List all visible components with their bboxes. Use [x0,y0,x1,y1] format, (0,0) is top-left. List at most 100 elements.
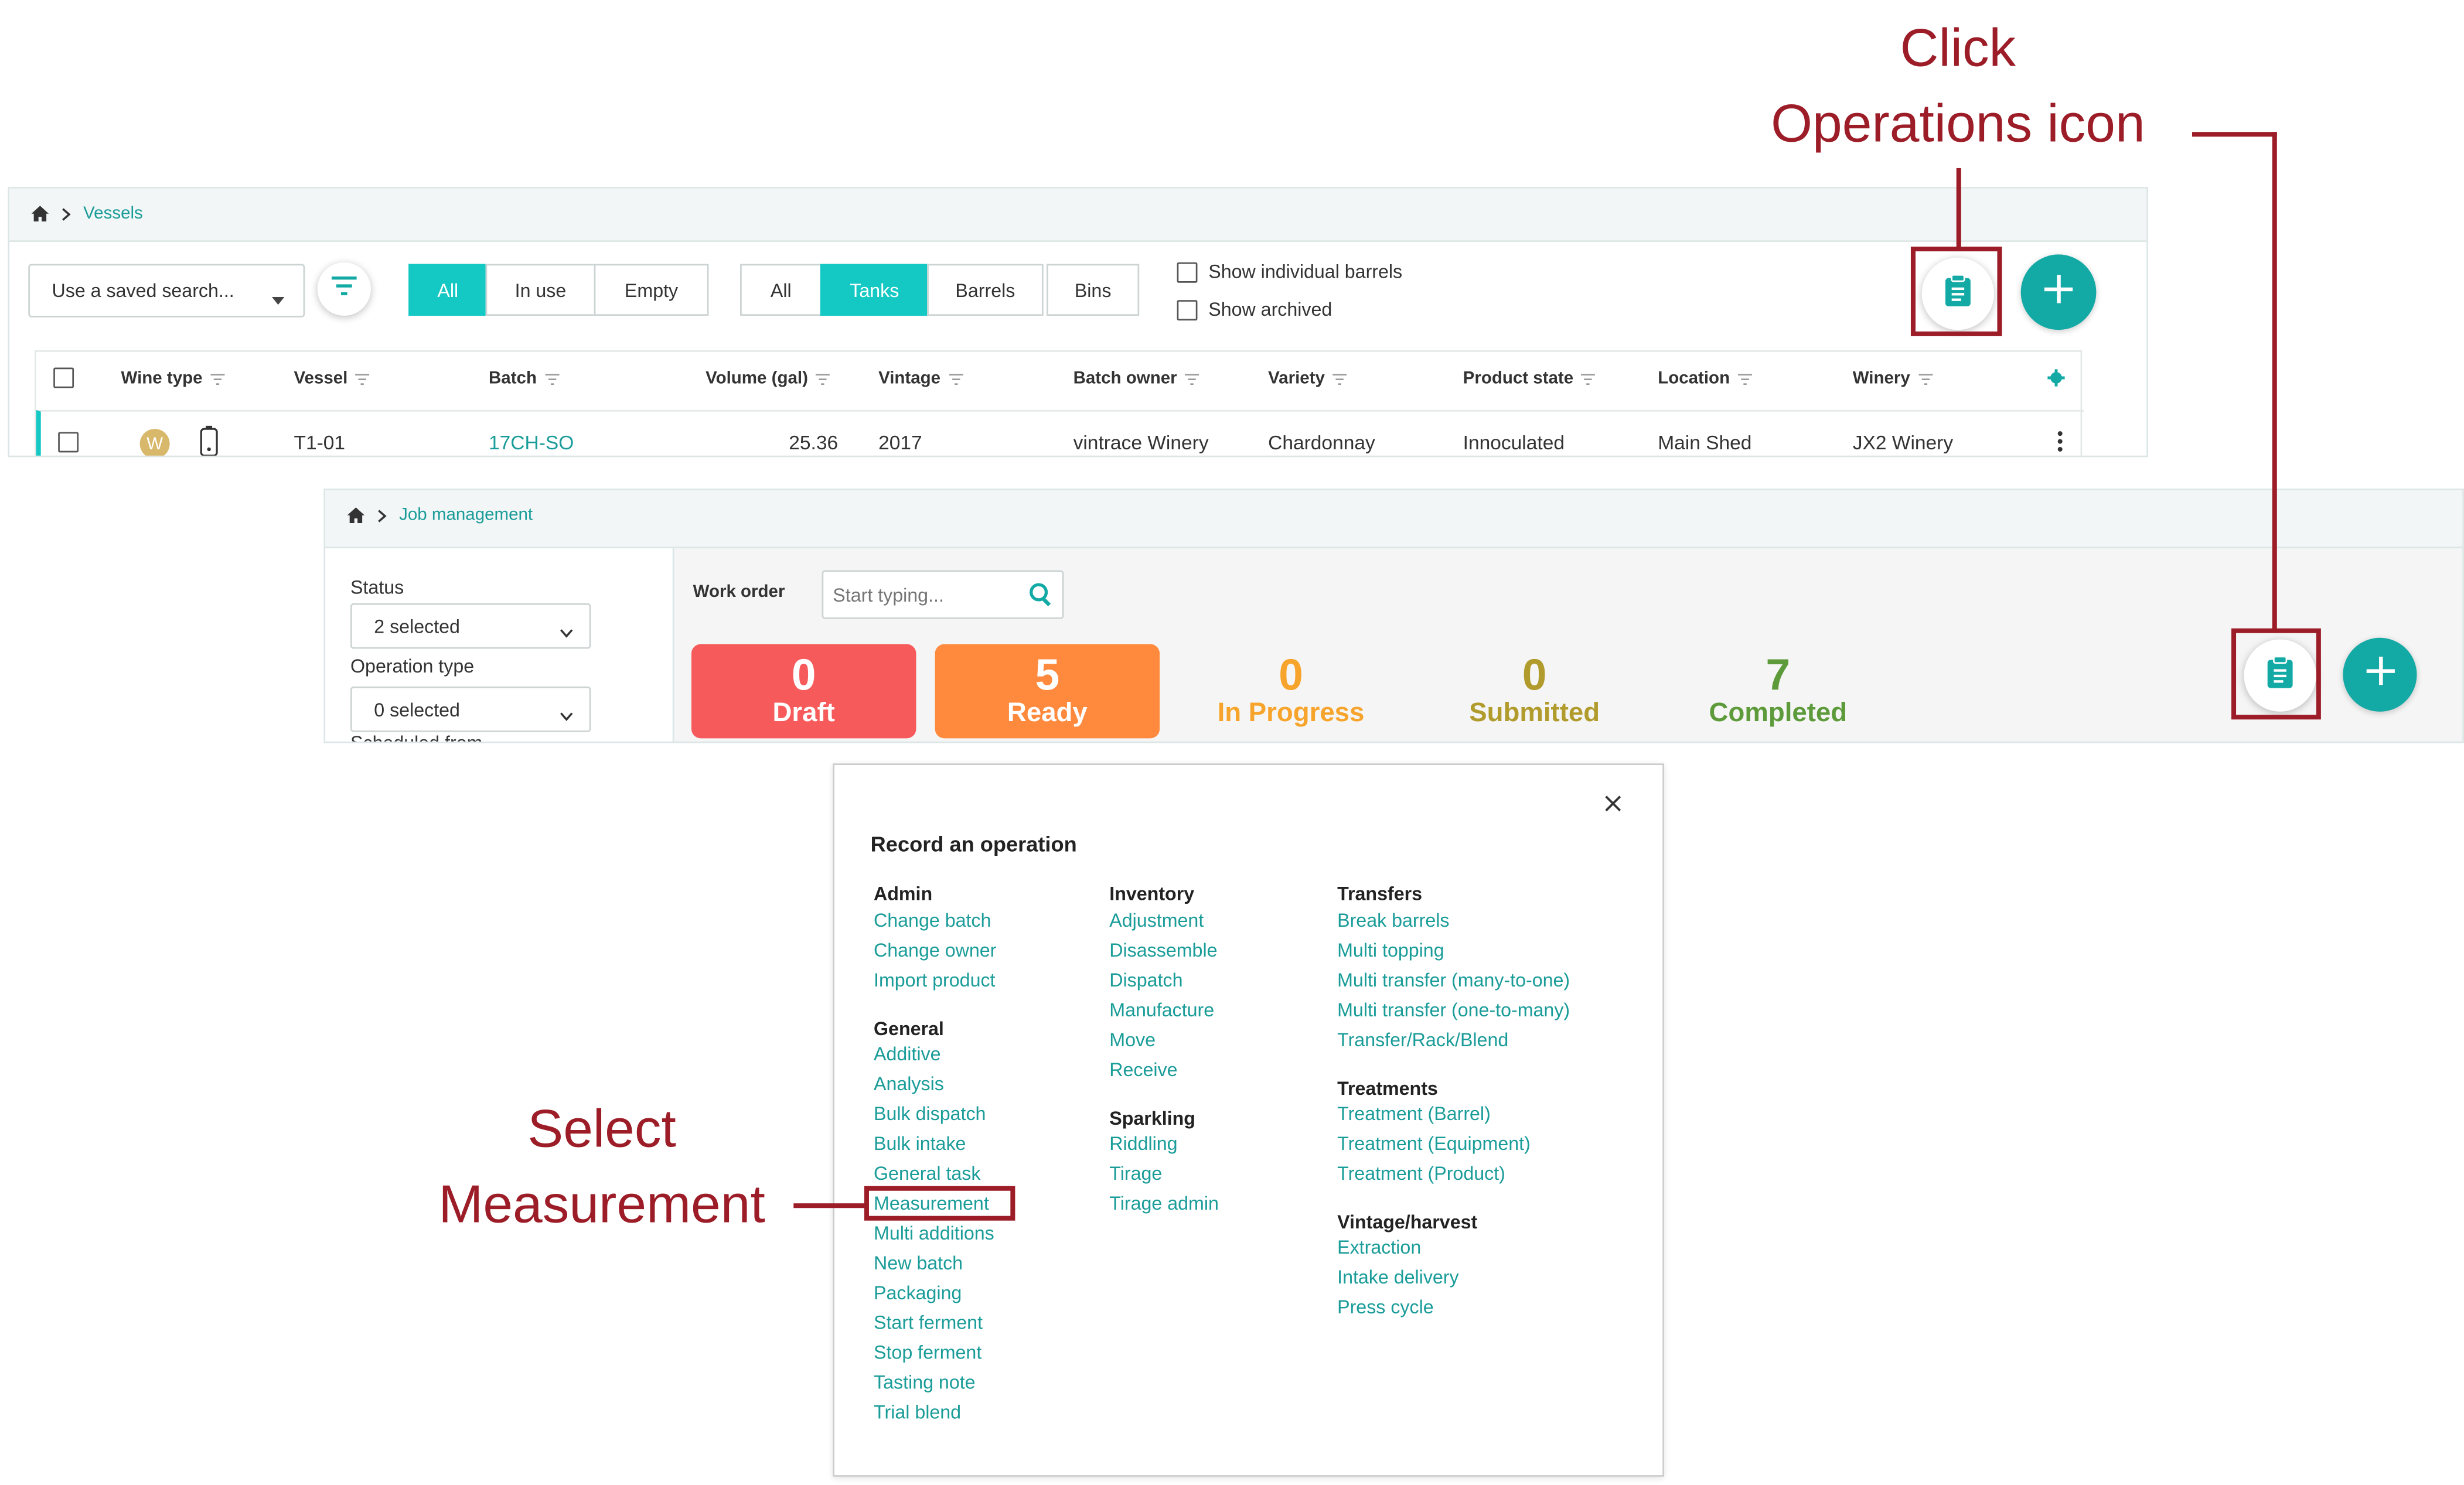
column-variety[interactable]: Variety [1268,369,1347,388]
highlight-operations-bottom [2231,628,2321,720]
filter-all-usage[interactable]: All [408,264,488,316]
stat-completed[interactable]: 7 Completed [1666,644,1890,738]
op-change-owner[interactable]: Change owner [874,940,996,962]
op-new-batch[interactable]: New batch [874,1252,963,1274]
op-intake-delivery[interactable]: Intake delivery [1337,1266,1458,1288]
cell-variety: Chardonnay [1268,432,1375,455]
op-manufacture[interactable]: Manufacture [1109,999,1214,1022]
breadcrumb-job-management[interactable]: Job management [399,506,533,525]
search-icon[interactable] [1030,583,1053,615]
stat-draft[interactable]: 0 Draft [691,644,916,739]
op-analysis[interactable]: Analysis [874,1073,944,1095]
op-tasting-note[interactable]: Tasting note [874,1371,976,1394]
chevron-down-icon [560,620,574,643]
op-multi-topping[interactable]: Multi topping [1337,940,1444,962]
operation-type-select[interactable]: 0 selected [350,686,591,732]
op-additive[interactable]: Additive [874,1043,941,1066]
op-move[interactable]: Move [1109,1029,1156,1052]
annotation-click-line1: Click [1900,19,2016,79]
show-archived-checkbox[interactable] [1177,300,1198,321]
status-select-value: 2 selected [374,615,460,637]
op-bulk-dispatch[interactable]: Bulk dispatch [874,1103,986,1125]
column-product-state[interactable]: Product state [1463,369,1596,388]
add-button[interactable] [2020,254,2097,330]
annotation-select-line1: Select [527,1100,676,1160]
op-change-batch[interactable]: Change batch [874,910,991,932]
column-vintage[interactable]: Vintage [878,369,963,388]
connector-right-horizontal [2192,132,2277,137]
chevron-right-icon [62,207,71,221]
filter-empty[interactable]: Empty [594,264,709,316]
op-extraction[interactable]: Extraction [1337,1236,1421,1258]
op-import-product[interactable]: Import product [874,969,995,992]
op-tirage-admin[interactable]: Tirage admin [1109,1192,1219,1214]
filter-in-use[interactable]: In use [485,264,596,316]
column-batch[interactable]: Batch [489,369,559,388]
column-winery[interactable]: Winery [1853,369,1933,388]
op-riddling[interactable]: Riddling [1109,1133,1177,1155]
op-treatment-product[interactable]: Treatment (Product) [1337,1162,1505,1184]
work-order-input[interactable] [829,579,1022,612]
filter-barrels[interactable]: Barrels [927,264,1044,316]
op-break-barrels[interactable]: Break barrels [1337,910,1449,932]
status-select[interactable]: 2 selected [350,603,591,649]
op-press-cycle[interactable]: Press cycle [1337,1296,1434,1318]
close-icon[interactable] [1604,792,1621,820]
column-settings-gear-icon[interactable] [2047,366,2065,394]
job-management-panel: Job management Status 2 selected Operati… [323,489,2464,743]
modal-title: Record an operation [870,832,1077,856]
op-transfer-rack-blend[interactable]: Transfer/Rack/Blend [1337,1029,1508,1052]
cell-batch-owner: vintrace Winery [1073,432,1209,455]
op-multi-transfer-one-to-many[interactable]: Multi transfer (one-to-many) [1337,999,1570,1022]
stat-in-progress[interactable]: 0 In Progress [1178,644,1403,738]
connector-top-vertical [1956,168,1961,248]
filter-bins[interactable]: Bins [1047,264,1140,316]
saved-search-select[interactable]: Use a saved search... [28,264,305,318]
op-bulk-intake[interactable]: Bulk intake [874,1133,966,1155]
table-row[interactable]: W T1-01 17CH-SO 25.36 2017 vintrace Wine… [36,409,2084,456]
op-multi-additions[interactable]: Multi additions [874,1222,994,1244]
column-wine-type[interactable]: Wine type [121,369,225,388]
stat-submitted[interactable]: 0 Submitted [1422,644,1647,738]
wine-type-badge: W [139,429,170,456]
op-treatment-barrel[interactable]: Treatment (Barrel) [1337,1103,1491,1125]
op-treatment-equipment[interactable]: Treatment (Equipment) [1337,1133,1531,1155]
work-order-label: Work order [693,582,785,602]
home-icon[interactable] [347,507,365,524]
add-button[interactable] [2343,637,2417,712]
op-multi-transfer-many-to-one[interactable]: Multi transfer (many-to-one) [1337,969,1570,992]
op-adjustment[interactable]: Adjustment [1109,910,1204,932]
op-disassemble[interactable]: Disassemble [1109,940,1217,962]
show-individual-barrels-label: Show individual barrels [1208,261,1403,283]
heading-vintage-harvest: Vintage/harvest [1337,1211,1478,1234]
select-all-checkbox[interactable] [53,367,74,388]
row-menu-icon[interactable] [2057,431,2063,456]
home-icon[interactable] [31,206,49,222]
vessels-breadcrumb-bar [9,188,2147,242]
vessels-table: Wine type Vessel Batch Volume (gal) Vint… [34,350,2084,456]
column-volume[interactable]: Volume (gal) [706,369,830,388]
column-batch-owner[interactable]: Batch owner [1073,369,1199,388]
row-checkbox[interactable] [58,432,79,453]
column-location[interactable]: Location [1658,369,1752,388]
stat-in-progress-count: 0 [1279,650,1303,699]
filter-all-types[interactable]: All [740,264,822,316]
op-trial-blend[interactable]: Trial blend [874,1401,961,1423]
column-vessel[interactable]: Vessel [294,369,370,388]
show-individual-barrels-checkbox[interactable] [1177,262,1198,283]
op-tirage[interactable]: Tirage [1109,1162,1162,1184]
op-dispatch[interactable]: Dispatch [1109,969,1182,992]
stat-in-progress-label: In Progress [1217,697,1365,728]
tutorial-canvas: Vessels Use a saved search... All In use… [0,0,2464,1484]
stat-ready[interactable]: 5 Ready [935,644,1160,739]
op-packaging[interactable]: Packaging [874,1282,962,1304]
filter-tanks[interactable]: Tanks [820,264,929,316]
op-general-task[interactable]: General task [874,1162,980,1184]
cell-batch-link[interactable]: 17CH-SO [489,432,574,454]
filter-button[interactable] [317,262,371,316]
breadcrumb-vessels[interactable]: Vessels [83,204,143,223]
op-stop-ferment[interactable]: Stop ferment [874,1341,981,1364]
op-receive[interactable]: Receive [1109,1059,1177,1081]
scheduled-from-label: Scheduled from [350,732,483,743]
op-start-ferment[interactable]: Start ferment [874,1312,983,1334]
